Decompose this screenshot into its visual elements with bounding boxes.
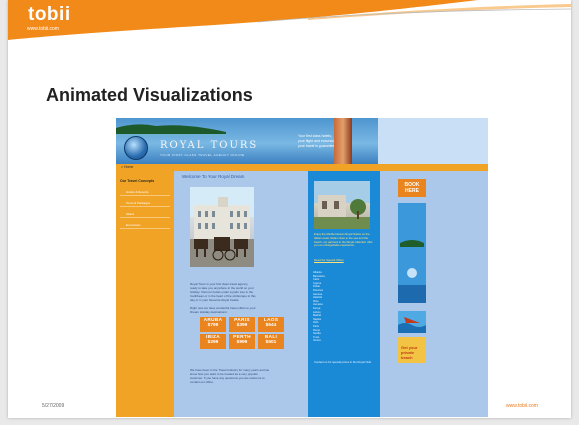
palace-photo <box>190 187 254 267</box>
water-ad-banner <box>398 311 426 333</box>
list-item[interactable]: Venice <box>313 339 373 343</box>
villa-photo <box>314 181 370 229</box>
slide-title: Animated Visualizations <box>46 85 253 105</box>
destination-list: Albania Barcelona Cairo Cyprus Dubai Flo… <box>313 271 373 343</box>
site-banner: ROYAL TOURS YOUR FIRST CLASS TRAVEL AGEN… <box>116 118 488 164</box>
sidebar-item-island[interactable]: Island <box>120 209 170 218</box>
villa-caption: Enjoy the Mediterranean Royal Suites on … <box>314 232 373 248</box>
slide-date: 5/27/2009 <box>42 403 65 409</box>
intro-paragraph: Royal Tours is your first class travel a… <box>190 282 256 302</box>
island-ad-banner <box>398 203 426 303</box>
footer-url: www.tobii.com <box>506 403 538 409</box>
book-label: HERE <box>405 188 419 194</box>
sidebar-item-hotels[interactable]: Hotels & Resorts <box>120 187 170 196</box>
price-aruba[interactable]: ARUBA $799 <box>200 317 226 332</box>
banner-right-panel <box>378 118 488 164</box>
special-offers-link[interactable]: Read the Special Offers <box>314 258 374 263</box>
sidebar-item-tours[interactable]: Tours & Packages <box>120 198 170 207</box>
logo-url: www.tobii.com <box>27 26 59 32</box>
book-here-button[interactable]: BOOK HERE <box>398 179 426 197</box>
site-sidebar: Our Travel Concepts Hotels & Resorts Tou… <box>116 171 174 417</box>
welcome-heading: Welcome To Your Royal Dream <box>182 174 245 179</box>
header-swoosh <box>8 0 571 40</box>
price-laos[interactable]: LAOS $644 <box>258 317 284 332</box>
globe-icon <box>124 136 148 160</box>
offers-paragraph: Right now we have wonderful travel offer… <box>190 306 256 314</box>
sidebar-heading: Our Travel Concepts <box>120 179 155 183</box>
site-main-content: Welcome To Your Royal Dream Royal Tours … <box>182 174 302 417</box>
site-right-column: BOOK HERE Get your private beach <box>386 171 426 417</box>
price-paris[interactable]: PARIS $399 <box>229 317 255 332</box>
nav-home-link[interactable]: > Home <box>121 165 133 169</box>
contact-paragraph: We have been in the Travel Industry for … <box>190 368 270 384</box>
site-middle-column: Enjoy the Mediterranean Royal Suites on … <box>308 171 380 417</box>
island-image <box>116 124 226 136</box>
price-ibiza[interactable]: IBIZA $299 <box>200 334 226 349</box>
site-subtitle: YOUR FIRST CLASS TRAVEL AGENCY ONLINE <box>160 153 245 157</box>
price-bali[interactable]: BALI $501 <box>258 334 284 349</box>
price-perth[interactable]: PERTH $999 <box>229 334 255 349</box>
banner-person-image <box>334 118 352 164</box>
site-navbar: > Home <box>116 164 488 171</box>
site-title: ROYAL TOURS <box>160 140 259 151</box>
sidebar-item-excursions[interactable]: Excursions <box>120 220 170 229</box>
tobii-logo: tobii <box>28 4 71 25</box>
ad-text: beach <box>401 355 413 360</box>
slide: tobii www.tobii.com Animated Visualizati… <box>8 0 571 418</box>
website-screenshot: ROYAL TOURS YOUR FIRST CLASS TRAVEL AGEN… <box>116 118 488 417</box>
middle-footer-text: Contact us for special prices in the Roy… <box>314 360 372 364</box>
private-beach-ad[interactable]: Get your private beach <box>398 337 426 363</box>
